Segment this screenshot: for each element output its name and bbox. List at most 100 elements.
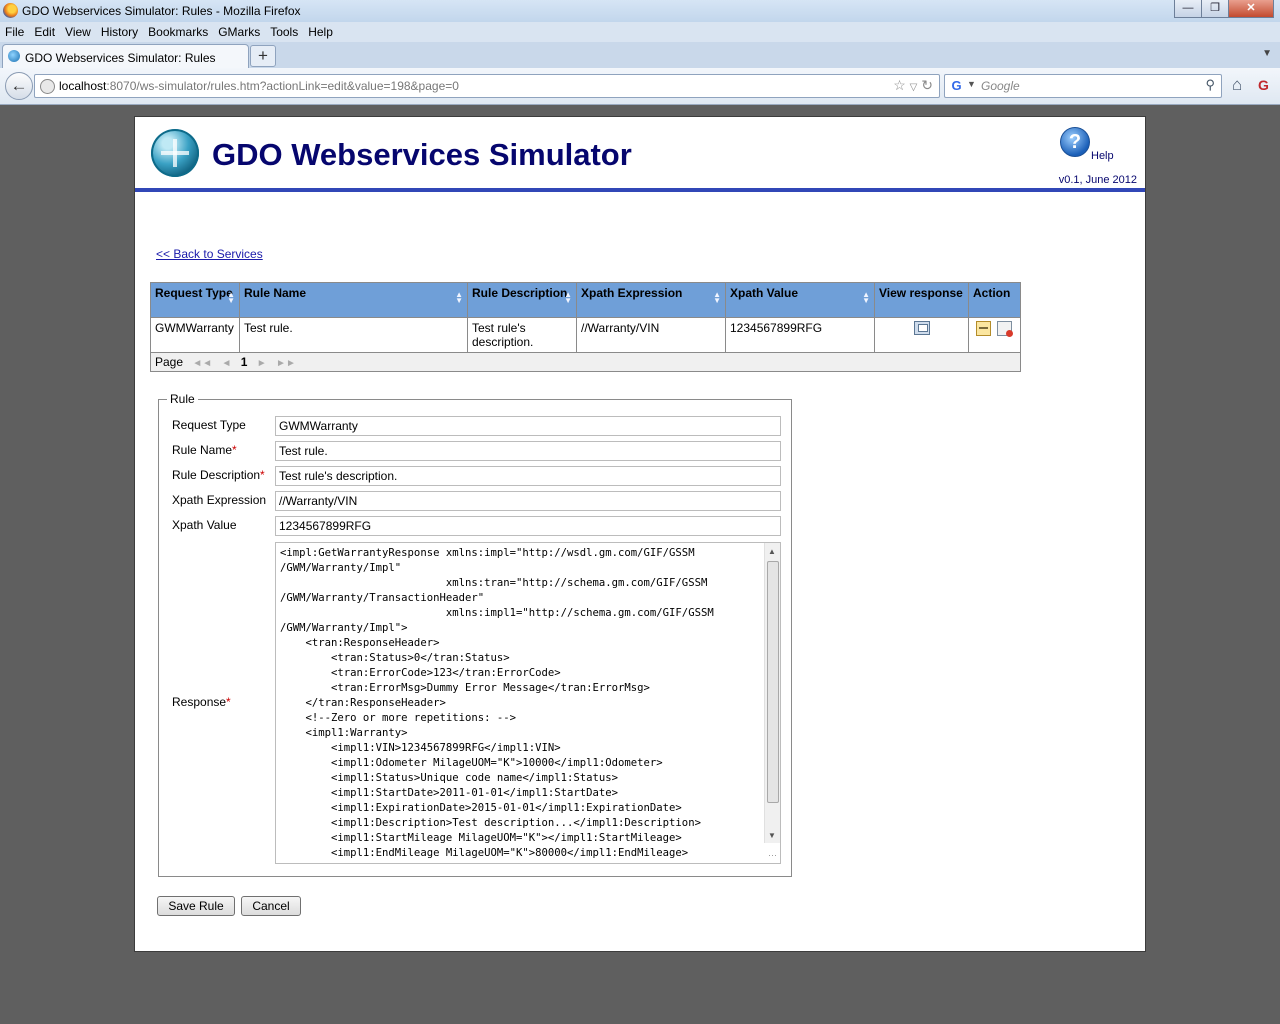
table-row: GWMWarranty Test rule. Test rule's descr… <box>150 317 1021 353</box>
table-pager: Page ◄◄ ◄ 1 ► ►► <box>150 352 1021 372</box>
menu-gmarks[interactable]: GMarks <box>213 22 265 42</box>
maximize-icon[interactable]: ❐ <box>1201 0 1229 18</box>
rule-name-field[interactable]: Test rule. <box>275 441 781 461</box>
home-icon[interactable]: ⌂ <box>1232 75 1242 95</box>
col-rule-description[interactable]: Rule Description ▲ ▼ <box>467 282 577 318</box>
table-header-row: Request Type ▲ ▼ Rule Name ▲ ▼ Rule Descript… <box>150 282 1021 318</box>
page-title: GDO Webservices Simulator <box>212 137 632 172</box>
menu-bar: File Edit View History Bookmarks GMarks … <box>0 22 1280 42</box>
cell-xpath-expression: //Warranty/VIN <box>576 317 726 353</box>
header-divider <box>135 188 1145 192</box>
help-icon[interactable]: ? <box>1060 127 1090 157</box>
response-text[interactable]: <impl:GetWarrantyResponse xmlns:impl="ht… <box>280 546 760 861</box>
menu-history[interactable]: History <box>96 22 143 42</box>
new-tab-button[interactable]: + <box>250 45 276 67</box>
cell-xpath-value: 1234567899RFG <box>725 317 875 353</box>
cell-rule-description: Test rule's description. <box>467 317 577 353</box>
app-logo-icon <box>151 129 199 177</box>
scroll-up-icon[interactable]: ▲ <box>768 547 776 556</box>
search-input[interactable]: Google <box>981 79 1020 93</box>
request-type-label: Request Type <box>172 418 246 432</box>
window-controls: — ❐ ✕ <box>1174 0 1274 18</box>
back-to-services-link[interactable]: << Back to Services <box>156 247 263 261</box>
back-button[interactable]: ← <box>5 72 33 100</box>
firefox-logo-icon <box>3 3 18 18</box>
response-label: Response* <box>172 695 231 709</box>
tab-rules[interactable]: GDO Webservices Simulator: Rules <box>2 44 249 69</box>
menu-tools[interactable]: Tools <box>265 22 303 42</box>
sort-icon[interactable]: ▲ ▼ <box>564 291 572 305</box>
url-actions: ☆ ▽ ↻ <box>893 77 933 94</box>
save-rule-button[interactable]: Save Rule <box>157 896 235 916</box>
search-icon[interactable]: ⚲ <box>1205 77 1215 93</box>
last-page-icon[interactable]: ►► <box>276 358 296 369</box>
scroll-thumb[interactable] <box>767 561 779 803</box>
cancel-button[interactable]: Cancel <box>241 896 301 916</box>
close-icon[interactable]: ✕ <box>1228 0 1274 18</box>
xpath-expression-label: Xpath Expression <box>172 493 267 507</box>
tab-list-chevron-down-icon[interactable]: ▼ <box>1262 48 1272 59</box>
col-xpath-expression[interactable]: Xpath Expression ▲ ▼ <box>576 282 726 318</box>
minimize-icon[interactable]: — <box>1174 0 1202 18</box>
menu-bookmarks[interactable]: Bookmarks <box>143 22 213 42</box>
address-bar[interactable]: localhost:8070/ws-simulator/rules.htm?ac… <box>34 74 940 98</box>
col-xpath-value[interactable]: Xpath Value ▲ ▼ <box>725 282 875 318</box>
navigation-bar: ← localhost:8070/ws-simulator/rules.htm?… <box>0 68 1280 105</box>
col-rule-name[interactable]: Rule Name ▲ ▼ <box>239 282 468 318</box>
help-link[interactable]: Help <box>1091 150 1114 162</box>
scroll-down-icon[interactable]: ▼ <box>768 831 776 840</box>
sort-icon[interactable]: ▲ ▼ <box>862 291 870 305</box>
engine-chevron-down-icon[interactable]: ▼ <box>967 79 976 89</box>
sort-icon[interactable]: ▲ ▼ <box>455 291 463 305</box>
first-page-icon[interactable]: ◄◄ <box>192 358 212 369</box>
menu-file[interactable]: File <box>0 22 29 42</box>
delete-icon[interactable] <box>997 321 1013 337</box>
next-page-icon[interactable]: ► <box>257 358 267 369</box>
xpath-expression-field[interactable]: //Warranty/VIN <box>275 491 781 511</box>
url-text[interactable]: localhost:8070/ws-simulator/rules.htm?ac… <box>59 79 459 93</box>
view-response-icon[interactable] <box>913 321 930 335</box>
search-bar[interactable]: G ▼ Google ⚲ <box>944 74 1222 98</box>
url-dropdown-icon[interactable]: ▽ <box>910 82 918 93</box>
rule-description-field[interactable]: Test rule's description. <box>275 466 781 486</box>
cell-action <box>968 317 1021 353</box>
rule-fieldset: Rule Request Type GWMWarranty Rule Name*… <box>158 392 792 877</box>
col-action: Action <box>968 282 1021 318</box>
window-titlebar: GDO Webservices Simulator: Rules - Mozil… <box>0 0 1280 22</box>
request-type-field[interactable]: GWMWarranty <box>275 416 781 436</box>
xpath-value-field[interactable]: 1234567899RFG <box>275 516 781 536</box>
col-request-type[interactable]: Request Type ▲ ▼ <box>150 282 240 318</box>
gmarks-icon[interactable]: G <box>1258 77 1269 93</box>
rule-legend: Rule <box>167 392 198 406</box>
favicon-icon <box>8 50 20 62</box>
prev-page-icon[interactable]: ◄ <box>222 358 232 369</box>
globe-icon <box>40 79 55 94</box>
response-scrollbar[interactable]: ▲ ▼ <box>764 543 780 843</box>
cell-view-response <box>874 317 969 353</box>
edit-icon[interactable] <box>976 321 991 336</box>
rules-table: Request Type ▲ ▼ Rule Name ▲ ▼ Rule Descript… <box>150 282 1021 372</box>
col-view-response: View response <box>874 282 969 318</box>
resize-grip-icon[interactable]: ⋯ <box>768 850 777 861</box>
cell-request-type: GWMWarranty <box>150 317 240 353</box>
google-engine-icon[interactable]: G <box>949 78 964 93</box>
page-content: GDO Webservices Simulator ? Help v0.1, J… <box>134 116 1146 952</box>
menu-view[interactable]: View <box>60 22 96 42</box>
tab-label: GDO Webservices Simulator: Rules <box>25 51 216 65</box>
sort-icon[interactable]: ▲ ▼ <box>227 291 235 305</box>
pager-label: Page <box>155 355 184 369</box>
menu-help[interactable]: Help <box>303 22 338 42</box>
rule-description-label: Rule Description* <box>172 468 265 482</box>
window-title: GDO Webservices Simulator: Rules - Mozil… <box>22 4 301 18</box>
tab-bar: GDO Webservices Simulator: Rules + ▼ <box>0 42 1280 69</box>
version-label: v0.1, June 2012 <box>1058 174 1137 186</box>
sort-icon[interactable]: ▲ ▼ <box>713 291 721 305</box>
menu-edit[interactable]: Edit <box>29 22 60 42</box>
xpath-value-label: Xpath Value <box>172 518 237 532</box>
cell-rule-name: Test rule. <box>239 317 468 353</box>
bookmark-star-icon[interactable]: ☆ <box>893 77 906 93</box>
response-textarea[interactable]: <impl:GetWarrantyResponse xmlns:impl="ht… <box>275 542 781 864</box>
rule-name-label: Rule Name* <box>172 443 237 457</box>
reload-icon[interactable]: ↻ <box>921 77 933 93</box>
current-page: 1 <box>240 355 248 369</box>
